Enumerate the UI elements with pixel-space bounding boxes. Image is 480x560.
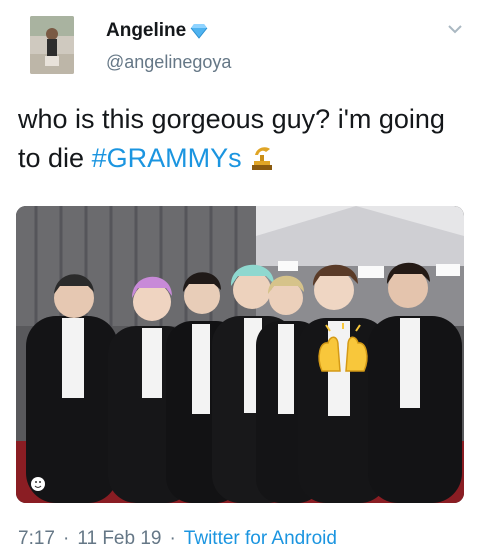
meta-separator: · [169,528,176,549]
tweet-meta: 7:17 · 11 Feb 19 · Twitter for Android [18,528,337,550]
user-handle[interactable]: @angelinegoya [106,52,231,73]
hashtag-link[interactable]: #GRAMMYs [92,143,242,173]
avatar[interactable] [30,16,74,74]
smiley-icon [31,477,45,491]
tweet-time[interactable]: 7:17 [18,528,55,550]
meta-separator: · [62,528,70,549]
tweet-source-link[interactable]: Twitter for Android [184,528,337,550]
gramophone-trophy-icon [249,143,275,182]
author-name-row[interactable]: Angeline [106,20,208,42]
verified-diamond-icon [190,23,208,39]
tweet-photo[interactable] [16,206,464,503]
tweet-text: who is this gorgeous guy? i'm going to d… [18,100,468,182]
display-name[interactable]: Angeline [106,20,186,42]
tweet-date[interactable]: 11 Feb 19 [77,528,161,550]
chevron-down-icon[interactable] [446,22,464,36]
